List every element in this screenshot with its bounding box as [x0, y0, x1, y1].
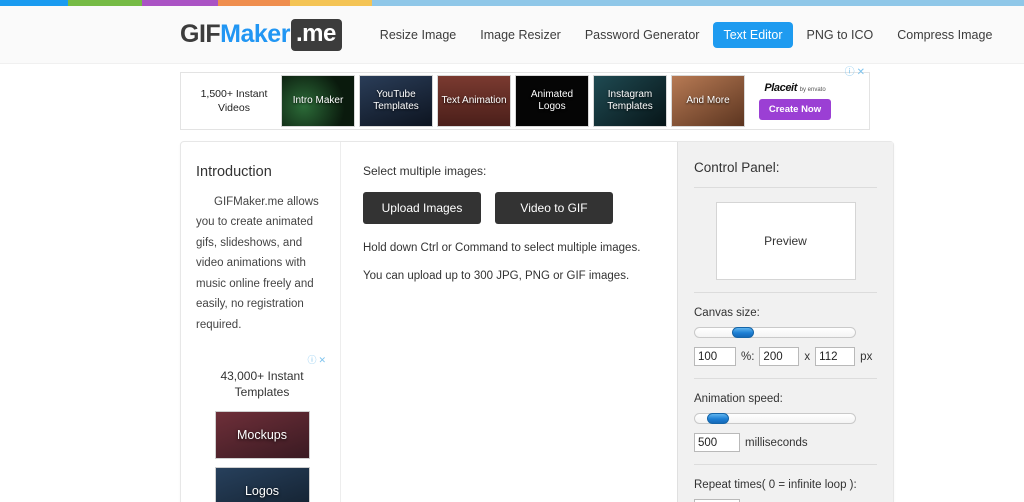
animation-speed-slider[interactable] — [694, 413, 856, 424]
ad-tile-and-more[interactable]: And More — [671, 75, 745, 127]
sidebar-ad[interactable]: ⓘ✕ 43,000+ Instant Templates Mockups Logo… — [196, 353, 328, 502]
sidebar-ad-tile-label: Logos — [244, 483, 280, 498]
nav-item-resize-image[interactable]: Resize Image — [370, 22, 466, 48]
ad-tile-label: YouTube Templates — [373, 89, 419, 112]
canvas-size-slider[interactable] — [694, 327, 856, 338]
close-icon[interactable]: ✕ — [857, 67, 867, 78]
ad-tile-instagram-templates[interactable]: Instagram Templates — [593, 75, 667, 127]
px-unit-label: px — [860, 350, 873, 363]
nav-item-compress-image[interactable]: Compress Image — [887, 22, 1002, 48]
placeit-byline: by envato — [799, 87, 826, 93]
ad-headline: 1,500+ Instant Videos — [200, 87, 268, 114]
control-panel-title: Control Panel: — [694, 160, 780, 175]
dimension-separator: x — [804, 350, 811, 363]
info-icon[interactable]: ⓘ — [845, 67, 857, 78]
top-ad-banner[interactable]: ⓘ✕ 1,500+ Instant Videos Intro Maker YouT… — [180, 67, 870, 130]
upload-limit-hint: You can upload up to 300 JPG, PNG or GIF… — [363, 270, 630, 282]
ad-tile-animated-logos[interactable]: Animated Logos — [515, 75, 589, 127]
animation-speed-input[interactable] — [694, 433, 740, 452]
multi-select-hint: Hold down Ctrl or Command to select mult… — [363, 242, 641, 254]
close-icon[interactable]: ✕ — [318, 355, 328, 365]
animation-speed-section: Animation speed: milliseconds — [694, 393, 877, 452]
canvas-height-input[interactable] — [815, 347, 856, 366]
canvas-width-input[interactable] — [759, 347, 800, 366]
sidebar-ad-tile-list: MockupsLogosDesigns — [196, 410, 328, 502]
slider-handle[interactable] — [732, 327, 755, 338]
ad-tile-label: And More — [686, 95, 730, 106]
nav-item-png-to-ico[interactable]: PNG to ICO — [797, 22, 884, 48]
nav-item-password-generator[interactable]: Password Generator — [575, 22, 710, 48]
sidebar-ad-tile-mockups[interactable]: Mockups — [214, 410, 310, 459]
ad-choices-controls[interactable]: ⓘ✕ — [845, 63, 867, 78]
divider — [694, 378, 877, 379]
ad-brand-block: Placeit by envato Create Now — [755, 82, 835, 120]
ad-tile-label: Text Animation — [441, 95, 507, 106]
repeat-times-section: Repeat times( 0 = infinite loop ): times — [694, 479, 877, 502]
main-card: Introduction GIFMaker.me allows you to c… — [180, 141, 894, 502]
create-now-button[interactable]: Create Now — [759, 99, 831, 120]
stripe-segment-4 — [290, 0, 372, 6]
ad-tile-youtube-templates[interactable]: YouTube Templates — [359, 75, 433, 127]
sidebar-ad-choices-controls[interactable]: ⓘ✕ — [196, 353, 328, 366]
divider — [694, 464, 877, 465]
ad-tile-label: Intro Maker — [292, 95, 344, 106]
sidebar-ad-tile-label: Mockups — [236, 427, 288, 442]
page-title: Introduction — [196, 164, 272, 180]
site-logo[interactable]: GIF Maker .me — [180, 18, 342, 51]
stripe-segment-5 — [372, 0, 1024, 6]
repeat-times-label: Repeat times( 0 = infinite loop ): — [694, 479, 857, 491]
stripe-segment-1 — [68, 0, 142, 6]
canvas-size-section: Canvas size: %: x px — [694, 307, 877, 366]
ad-tile-label: Animated Logos — [530, 89, 574, 112]
upload-button-group: Upload Images Video to GIF — [363, 192, 659, 224]
uploader-column: Select multiple images: Upload Images Vi… — [341, 142, 677, 502]
stripe-segment-2 — [142, 0, 218, 6]
top-ad-container: ⓘ✕ 1,500+ Instant Videos Intro Maker YouT… — [0, 64, 1024, 130]
main-navigation: Resize Image Image Resizer Password Genera… — [370, 21, 1003, 48]
animation-speed-inputs: milliseconds — [694, 433, 877, 452]
upload-images-button[interactable]: Upload Images — [363, 192, 481, 224]
stripe-segment-0 — [0, 0, 68, 6]
ad-tile-list: Intro Maker YouTube Templates Text Animati… — [281, 75, 749, 127]
logo-text-gif: GIF — [180, 20, 221, 48]
top-color-stripe — [0, 0, 1024, 6]
logo-text-maker: Maker — [220, 20, 290, 48]
placeit-logo: Placeit by envato — [755, 82, 835, 94]
percent-unit-label: %: — [741, 350, 755, 363]
nav-item-image-resizer[interactable]: Image Resizer — [470, 22, 571, 48]
canvas-size-inputs: %: x px — [694, 347, 877, 366]
video-to-gif-button[interactable]: Video to GIF — [495, 192, 613, 224]
nav-item-text-editor[interactable]: Text Editor — [713, 21, 793, 48]
site-header: GIF Maker .me Resize Image Image Resizer Pas… — [0, 6, 1024, 64]
divider — [694, 187, 877, 188]
preview-box[interactable]: Preview — [715, 202, 856, 280]
select-images-label: Select multiple images: — [363, 164, 487, 178]
divider — [694, 292, 877, 293]
canvas-size-label: Canvas size: — [694, 307, 760, 319]
introduction-text: GIFMaker.me allows you to create animate… — [196, 196, 319, 331]
ad-tile-label: Instagram Templates — [607, 89, 653, 112]
introduction-column: Introduction GIFMaker.me allows you to c… — [181, 142, 341, 502]
stripe-segment-3 — [218, 0, 290, 6]
placeit-wordmark: Placeit — [764, 82, 797, 94]
animation-speed-label: Animation speed: — [694, 393, 783, 405]
info-icon[interactable]: ⓘ — [307, 355, 318, 365]
logo-badge-me: .me — [290, 18, 342, 51]
milliseconds-label: milliseconds — [745, 436, 808, 449]
slider-handle[interactable] — [707, 413, 730, 424]
ad-tile-intro-maker[interactable]: Intro Maker — [281, 75, 355, 127]
canvas-percent-input[interactable] — [694, 347, 736, 366]
sidebar-ad-title: 43,000+ Instant Templates — [220, 369, 304, 400]
ad-tile-text-animation[interactable]: Text Animation — [437, 75, 511, 127]
control-panel: Control Panel: Preview Canvas size: %: x… — [677, 142, 893, 502]
sidebar-ad-tile-logos[interactable]: Logos — [214, 466, 310, 502]
